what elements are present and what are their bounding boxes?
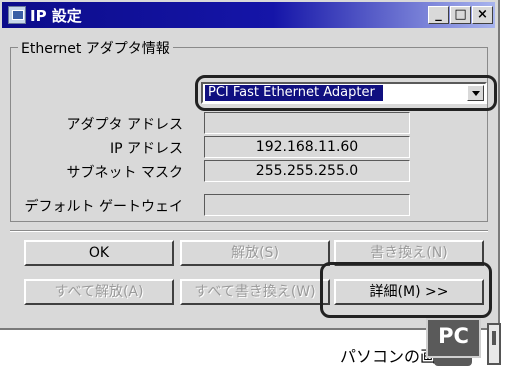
- renew-all-button[interactable]: すべて書き換え(W): [180, 279, 330, 305]
- subnet-mask-field: 255.255.255.0: [204, 160, 410, 182]
- minimize-button[interactable]: _: [428, 6, 449, 24]
- adapter-select-highlight: [195, 75, 497, 111]
- network-app-icon: [8, 6, 26, 24]
- pc-monitor-icon: PC: [426, 318, 481, 358]
- ip-address-label: IP アドレス: [109, 141, 183, 157]
- ip-address-field: 192.168.11.60: [204, 136, 410, 158]
- details-button-highlight: [320, 262, 492, 318]
- ip-settings-window: IP 設定 _ □ × Ethernet アダプタ情報 PCI Fast Eth…: [0, 0, 500, 330]
- ok-button[interactable]: OK: [24, 240, 174, 266]
- default-gateway-field: [204, 194, 410, 216]
- window-title: IP 設定: [30, 7, 82, 25]
- adapter-address-label: アダプタ アドレス: [66, 117, 183, 133]
- close-button[interactable]: ×: [472, 6, 493, 24]
- release-button[interactable]: 解放(S): [180, 240, 330, 266]
- title-bar[interactable]: IP 設定 _ □ ×: [2, 2, 495, 28]
- subnet-mask-label: サブネット マスク: [66, 165, 183, 181]
- release-all-button[interactable]: すべて解放(A): [24, 279, 174, 305]
- default-gateway-label: デフォルト ゲートウェイ: [24, 199, 183, 215]
- group-legend: Ethernet アダプタ情報: [18, 38, 173, 58]
- adapter-address-field: [204, 112, 410, 134]
- pc-tower-icon: [487, 323, 501, 365]
- divider: [10, 230, 488, 232]
- pc-stand-icon: [434, 358, 472, 366]
- maximize-button[interactable]: □: [450, 6, 471, 24]
- pc-badge-label: PC: [438, 324, 469, 348]
